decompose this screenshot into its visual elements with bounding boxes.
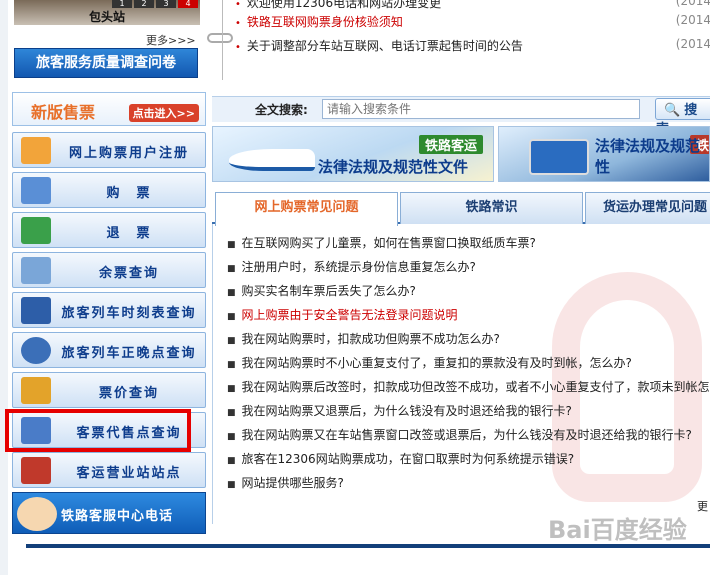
faq-list: ■ 在互联网购买了儿童票，如何在售票窗口换取纸质车票? ■ 注册用户时，系统提示身份…	[212, 224, 710, 524]
pager-3[interactable]: 3	[156, 0, 176, 8]
left-gutter	[0, 0, 8, 575]
pager-1[interactable]: 1	[112, 0, 132, 8]
faq-item[interactable]: ■ 我在网站购票时，扣款成功但购票不成功怎么办?	[227, 330, 710, 350]
news-item[interactable]: • 欢迎使用12306电话和网站办理变更 (2014	[235, 0, 710, 14]
news-item[interactable]: • 铁路互联网购票身份核验须知 (2014	[235, 13, 710, 33]
buy-ticket-icon	[21, 177, 51, 204]
user-register-icon	[21, 137, 51, 164]
new-ticket-banner[interactable]: 新版售票 点击进入>>	[12, 92, 206, 126]
train-image	[229, 149, 315, 171]
train-schedule-icon	[21, 297, 51, 324]
pager-2[interactable]: 2	[134, 0, 154, 8]
faq-item[interactable]: ■ 旅客在12306网站购票成功，在窗口取票时为何系统提示错误?	[227, 450, 710, 470]
faq-item[interactable]: ■ 在互联网购买了儿童票，如何在售票窗口换取纸质车票?	[227, 234, 710, 254]
faq-more-link[interactable]: 更	[697, 498, 708, 514]
news-item[interactable]: • 关于调整部分车站互联网、电话订票起售时间的公告 (2014	[235, 37, 710, 57]
sidebar-item-station[interactable]: 客运营业站站点	[12, 452, 206, 488]
sidebar-item-schedule[interactable]: 旅客列车时刻表查询	[12, 292, 206, 328]
tab-online-faq[interactable]: 网上购票常见问题	[215, 192, 398, 226]
more-link[interactable]: 更多>>>	[146, 32, 196, 48]
image-caption: 包头站	[88, 10, 125, 24]
bullet-icon: ■	[227, 480, 236, 490]
station-icon	[21, 457, 51, 484]
clock-icon	[21, 337, 51, 364]
tab-bar: 网上购票常见问题 铁路常识 货运办理常见问题	[212, 188, 710, 226]
highlight-box	[5, 409, 191, 452]
remaining-tickets-icon	[21, 257, 51, 284]
faq-item[interactable]: ■ 网站提供哪些服务?	[227, 474, 710, 494]
image-pager[interactable]: 1 2 3 4	[112, 0, 198, 8]
bullet-icon: ■	[227, 240, 236, 250]
bullet-icon: •	[235, 18, 241, 29]
faq-item[interactable]: ■ 网上购票由于安全警告无法登录问题说明	[227, 306, 710, 326]
faq-item[interactable]: ■ 我在网站购票又退票后，为什么钱没有及时退还给我的银行卡?	[227, 402, 710, 422]
faq-item[interactable]: ■ 我在网站购票后改签时，扣款成功但改签不成功，或者不小心重复支付了，款项未到帐怎…	[227, 378, 710, 398]
search-bar: 全文搜索: 🔍搜 索	[212, 96, 710, 137]
bullet-icon: ■	[227, 384, 236, 394]
tab-railway-knowledge[interactable]: 铁路常识	[400, 192, 583, 224]
service-agent-icon	[17, 497, 57, 531]
survey-button[interactable]: 旅客服务质量调查问卷	[14, 48, 198, 78]
enter-button[interactable]: 点击进入>>	[128, 104, 199, 122]
bullet-icon: •	[235, 42, 241, 53]
bullet-icon: ■	[227, 408, 236, 418]
bullet-icon: ■	[227, 456, 236, 466]
bullet-icon: ■	[227, 312, 236, 322]
bullet-icon: ■	[227, 432, 236, 442]
sidebar-item-buy[interactable]: 购 票	[12, 172, 206, 208]
law-banner[interactable]: 铁路客运 法律法规及规范性文件	[212, 126, 494, 182]
search-icon: 🔍	[664, 103, 681, 118]
refund-icon	[21, 217, 51, 244]
sidebar-item-refund[interactable]: 退 票	[12, 212, 206, 248]
faq-item[interactable]: ■ 我在网站购票又在车站售票窗口改签或退票后，为什么钱没有及时退还给我的银行卡?	[227, 426, 710, 446]
bullet-icon: ■	[227, 360, 236, 370]
bullet-icon: ■	[227, 336, 236, 346]
yuan-icon	[21, 377, 51, 404]
bullet-icon: •	[235, 0, 241, 10]
search-button[interactable]: 🔍搜 索	[655, 98, 710, 137]
faq-item[interactable]: ■ 我在网站购票时不小心重复支付了，重复扣的票款没有及时到帐，怎么办?	[227, 354, 710, 374]
sidebar-item-price[interactable]: 票价查询	[12, 372, 206, 408]
faq-item[interactable]: ■ 注册用户时，系统提示身份信息重复怎么办?	[227, 258, 710, 278]
sidebar-item-register[interactable]: 网上购票用户注册	[12, 132, 206, 168]
hotline-banner[interactable]: 铁路客服中心电话	[12, 492, 206, 534]
tab-freight-faq[interactable]: 货运办理常见问题	[585, 192, 710, 224]
search-input[interactable]	[322, 99, 640, 119]
sidebar-item-remaining[interactable]: 余票查询	[12, 252, 206, 288]
faq-item[interactable]: ■ 购买实名制车票后丢失了怎么办?	[227, 282, 710, 302]
pager-4[interactable]: 4	[178, 0, 198, 8]
law-banner-2[interactable]: 铁 法律法规及规范性	[498, 126, 710, 182]
train-image	[529, 139, 589, 175]
sidebar-item-delay[interactable]: 旅客列车正晚点查询	[12, 332, 206, 368]
bullet-icon: ■	[227, 264, 236, 274]
search-label: 全文搜索:	[255, 103, 308, 117]
baidu-watermark: Bai百度经验	[548, 516, 687, 544]
bullet-icon: ■	[227, 288, 236, 298]
news-list: • 欢迎使用12306电话和网站办理变更 (2014 • 铁路互联网购票身份核验须知…	[222, 0, 710, 80]
